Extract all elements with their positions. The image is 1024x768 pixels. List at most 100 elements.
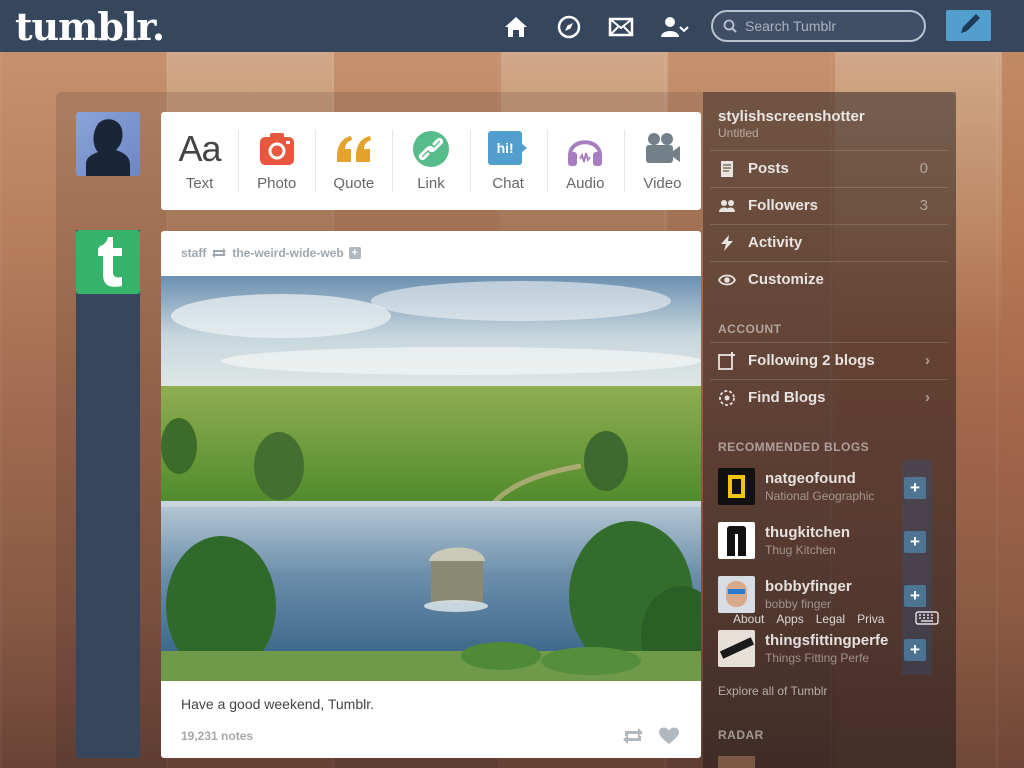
lightning-bolt-icon: [721, 235, 733, 251]
recommended-blog-name: bobbyfinger: [765, 578, 852, 595]
video-camera-icon: [646, 133, 681, 163]
new-quote-post-button[interactable]: Quote: [315, 112, 392, 210]
sidebar-item-label: Find Blogs: [748, 389, 826, 406]
posts-icon: [721, 161, 733, 177]
recommended-blog-name: thugkitchen: [765, 524, 850, 541]
recommended-blog-item[interactable]: thingsfittingperfe Things Fitting Perfe …: [718, 630, 938, 668]
thingsfitting-avatar: [718, 630, 755, 667]
new-text-post-button[interactable]: Aa Text: [161, 112, 238, 210]
sidebar-divider: [710, 224, 948, 225]
explore-all-link[interactable]: Explore all of Tumblr: [718, 684, 827, 698]
follow-plus-icon[interactable]: +: [348, 247, 361, 259]
sidebar-item-label: Posts: [748, 160, 789, 177]
staff-avatar[interactable]: [76, 230, 140, 294]
new-chat-post-button[interactable]: hi! Chat: [469, 112, 547, 210]
headphones-icon: [568, 140, 603, 166]
sidebar-item-label: Customize: [748, 271, 824, 288]
followers-icon: [719, 200, 735, 212]
footer-privacy-link[interactable]: Priva: [857, 612, 884, 626]
recommended-blog-title: National Geographic: [765, 489, 875, 503]
like-heart-icon[interactable]: [658, 727, 680, 745]
post-type-label: Video: [643, 175, 682, 192]
compose-post-button[interactable]: [946, 10, 991, 41]
sidebar-item-label: Followers: [748, 197, 819, 214]
quote-marks-icon: [336, 136, 371, 162]
follow-plus-button[interactable]: +: [904, 531, 926, 553]
chevron-right-icon: ›: [925, 389, 930, 406]
sidebar-item-following[interactable]: Following 2 blogs ›: [718, 351, 938, 371]
radar-heading: RADAR: [718, 728, 764, 742]
recommended-blog-title: bobby finger: [765, 597, 832, 611]
sidebar-item-count: 3: [919, 197, 928, 214]
recommended-blog-item[interactable]: bobbyfinger bobby finger +: [718, 576, 938, 614]
natgeo-avatar: [718, 468, 755, 505]
account-icon[interactable]: [660, 14, 690, 40]
account-heading: ACCOUNT: [718, 322, 782, 336]
reblog-source-link[interactable]: the-weird-wide-web: [232, 246, 343, 260]
bobbyfinger-avatar: [718, 576, 755, 613]
post-type-label: Link: [417, 175, 445, 192]
footer-about-link[interactable]: About: [733, 612, 764, 626]
tumblr-logo[interactable]: tumblr.: [15, 4, 165, 49]
top-navigation-bar: tumblr.: [0, 0, 1024, 52]
thugkitchen-avatar: [718, 522, 755, 559]
following-icon: [718, 352, 735, 370]
footer-legal-link[interactable]: Legal: [816, 612, 845, 626]
post-type-bar: Aa Text Photo Quote Link hi! Chat Audio …: [161, 112, 701, 210]
sidebar-item-label: Activity: [748, 234, 803, 251]
sidebar-blog-name[interactable]: stylishscreenshotter: [718, 108, 865, 125]
recommended-blog-item[interactable]: thugkitchen Thug Kitchen +: [718, 522, 938, 560]
follow-plus-button[interactable]: +: [904, 477, 926, 499]
tumblr-t-icon: [98, 237, 122, 287]
post-image[interactable]: [161, 276, 701, 681]
link-chain-icon: [412, 131, 449, 167]
follow-plus-button[interactable]: +: [904, 585, 926, 607]
post-type-label: Text: [185, 175, 214, 192]
post-type-label: Audio: [566, 175, 605, 192]
post-notes-count[interactable]: 19,231 notes: [181, 729, 253, 743]
dashboard-post: staff the-weird-wide-web + Have a good w…: [161, 231, 701, 758]
messages-icon[interactable]: [608, 14, 634, 40]
reblog-small-icon: [212, 248, 227, 258]
new-audio-post-button[interactable]: Audio: [546, 112, 624, 210]
recommended-blog-title: Things Fitting Perfe: [765, 651, 870, 665]
sidebar-item-customize[interactable]: Customize: [718, 270, 938, 290]
sidebar-item-activity[interactable]: Activity: [718, 233, 938, 253]
reblog-icon[interactable]: [622, 727, 644, 745]
sidebar-item-posts[interactable]: Posts 0: [718, 159, 938, 179]
sidebar-item-count: 0: [919, 160, 928, 177]
recommended-blogs-heading: RECOMMENDED BLOGS: [718, 440, 870, 454]
footer-apps-link[interactable]: Apps: [776, 612, 803, 626]
explore-compass-icon[interactable]: [556, 14, 582, 40]
search-input[interactable]: [745, 17, 915, 35]
radar-avatar: [718, 756, 755, 768]
sidebar-divider: [710, 342, 948, 343]
user-avatar[interactable]: [76, 112, 140, 176]
sidebar-blog-subtitle: Untitled: [718, 126, 759, 140]
new-link-post-button[interactable]: Link: [392, 112, 469, 210]
silhouette-icon: [86, 119, 130, 176]
follow-plus-button[interactable]: +: [904, 639, 926, 661]
chevron-right-icon: ›: [925, 352, 930, 369]
post-author-link[interactable]: staff: [181, 246, 206, 260]
sidebar-divider: [710, 379, 948, 380]
recommended-blog-name: thingsfittingperfe: [765, 632, 889, 649]
radar-item[interactable]: [718, 756, 938, 768]
sidebar-divider: [710, 150, 948, 151]
recommended-blog-item[interactable]: natgeofound National Geographic +: [718, 468, 938, 506]
keyboard-shortcuts-icon[interactable]: [915, 611, 939, 625]
text-aa-icon: Aa: [178, 128, 222, 169]
post-header: staff the-weird-wide-web +: [181, 246, 361, 260]
sidebar-item-find-blogs[interactable]: Find Blogs ›: [718, 388, 938, 408]
eye-icon: [718, 274, 736, 286]
sidebar-item-label: Following 2 blogs: [748, 352, 875, 369]
new-video-post-button[interactable]: Video: [623, 112, 701, 210]
post-type-label: Photo: [257, 175, 297, 192]
sidebar-divider: [710, 261, 948, 262]
recommended-blog-title: Thug Kitchen: [765, 543, 836, 557]
sidebar-item-followers[interactable]: Followers 3: [718, 196, 938, 216]
chat-bubble-icon: hi!: [488, 129, 528, 169]
home-icon[interactable]: [503, 14, 529, 40]
post-author-column: [76, 230, 140, 758]
new-photo-post-button[interactable]: Photo: [238, 112, 315, 210]
